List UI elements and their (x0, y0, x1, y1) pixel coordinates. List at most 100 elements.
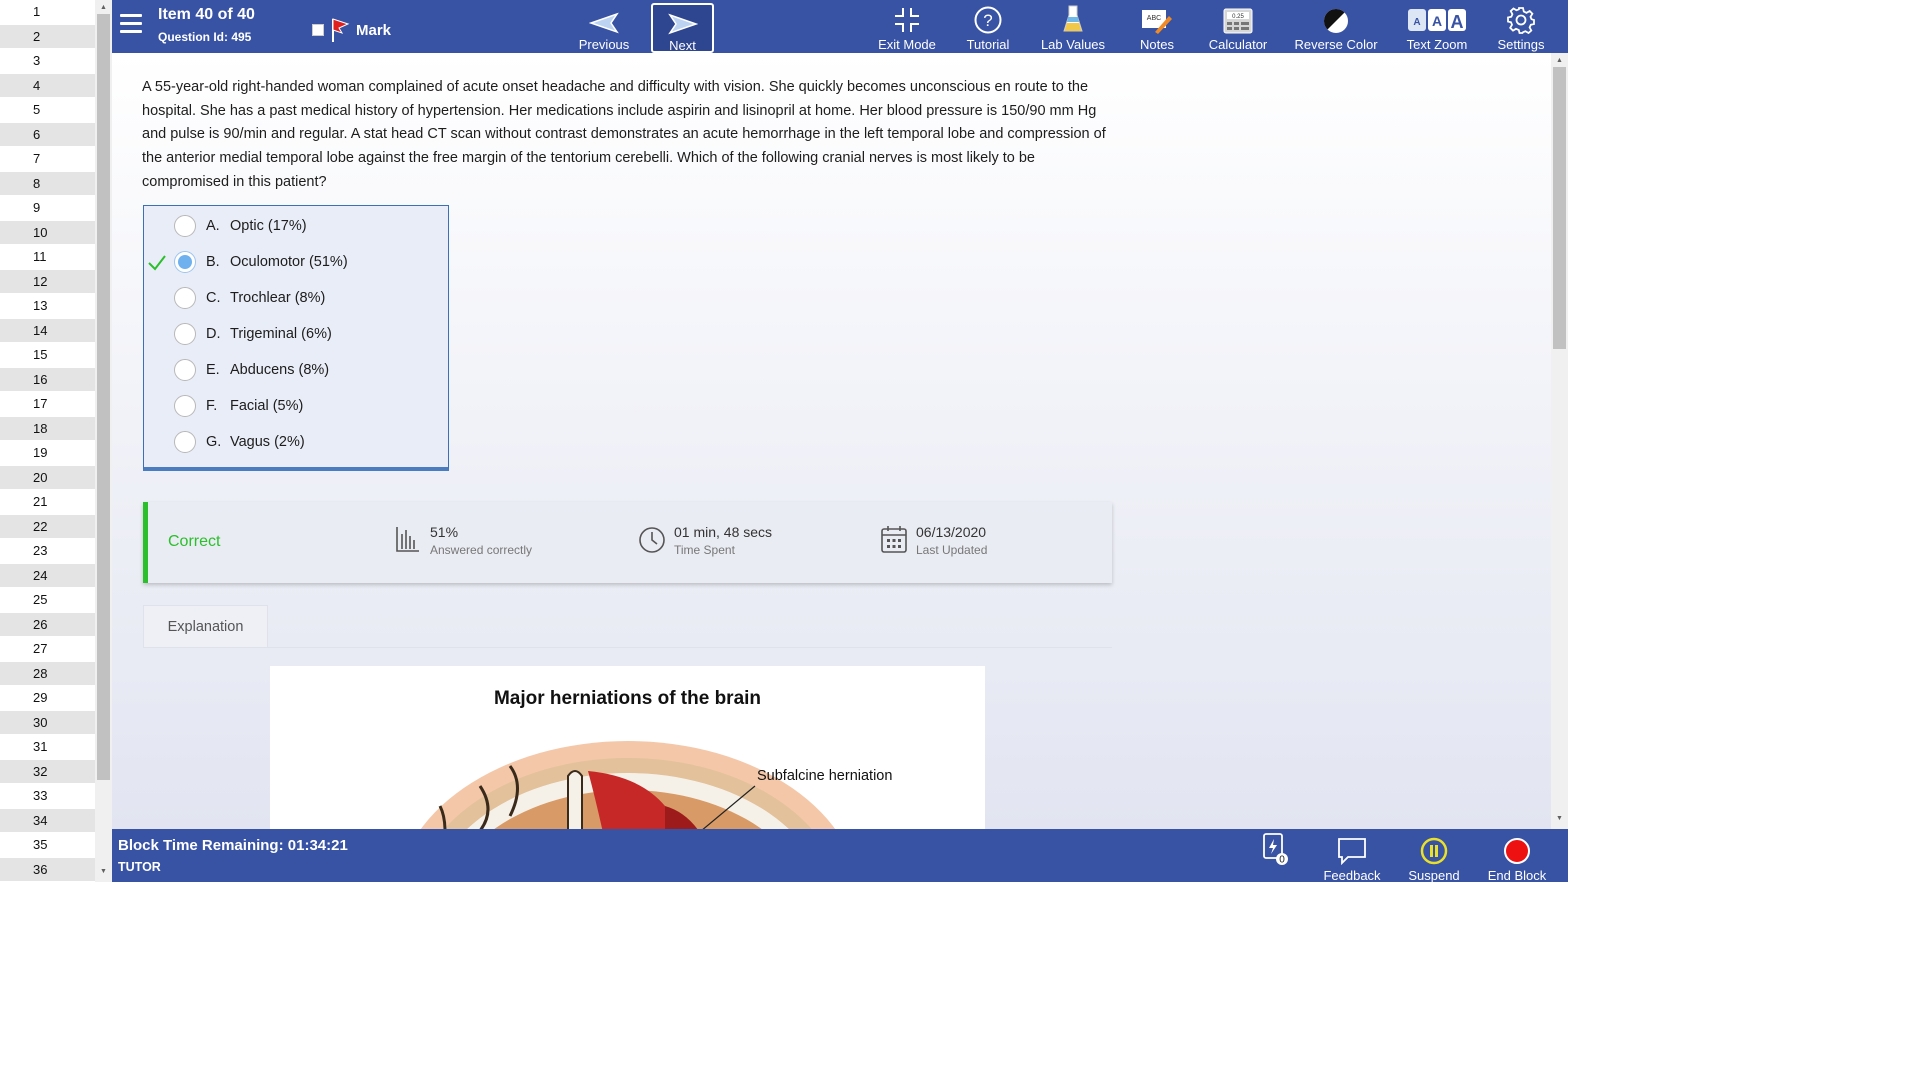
question-number-item[interactable]: 35 (0, 833, 95, 858)
question-number-item[interactable]: 10 (0, 220, 95, 245)
explanation-divider (143, 647, 1112, 648)
explanation-figure: Major herniations of the brain Subfalcin… (270, 666, 985, 829)
choice-radio[interactable] (174, 323, 196, 345)
question-number-item[interactable]: 6 (0, 122, 95, 147)
lab-values-label: Lab Values (1040, 37, 1106, 52)
percent-correct-stat: 51% Answered correctly (394, 524, 532, 557)
main-content: A 55-year-old right-handed woman complai… (112, 53, 1568, 829)
question-number-item[interactable]: 12 (0, 269, 95, 294)
main-scroll-up-icon[interactable]: ▲ (1553, 55, 1566, 67)
question-number-item[interactable]: 8 (0, 171, 95, 196)
answer-choice[interactable]: G. Vagus (2%) (144, 424, 444, 460)
hamburger-menu-icon[interactable] (120, 14, 142, 34)
brain-herniation-illustration (420, 741, 836, 829)
sidebar-scroll-thumb[interactable] (97, 14, 110, 780)
mark-toggle[interactable]: Mark (312, 17, 391, 43)
choice-radio[interactable] (174, 359, 196, 381)
question-number-item[interactable]: 4 (0, 73, 95, 98)
main-scroll-down-icon[interactable]: ▼ (1553, 813, 1566, 825)
question-number-item[interactable]: 25 (0, 588, 95, 613)
question-number-item[interactable]: 9 (0, 196, 95, 221)
settings-button[interactable]: Settings (1492, 0, 1550, 53)
choice-letter: G. (206, 434, 222, 450)
checkmark-icon (148, 255, 166, 271)
choice-radio[interactable] (174, 395, 196, 417)
choice-radio[interactable] (174, 431, 196, 453)
text-zoom-icon: AAA (1408, 9, 1466, 32)
tutorial-button[interactable]: ? Tutorial (958, 0, 1018, 53)
question-number-item[interactable]: 5 (0, 98, 95, 123)
choice-radio[interactable] (174, 215, 196, 237)
answer-choice[interactable]: A. Optic (17%) (144, 208, 444, 244)
question-number-item[interactable]: 21 (0, 490, 95, 515)
svg-text:0.25: 0.25 (1232, 14, 1244, 20)
block-time-remaining: Block Time Remaining: 01:34:21 (118, 837, 348, 854)
question-number-item[interactable]: 27 (0, 637, 95, 662)
question-number-item[interactable]: 17 (0, 392, 95, 417)
choice-radio[interactable] (174, 251, 196, 273)
question-number-item[interactable]: 16 (0, 367, 95, 392)
sidebar-scroll-down-icon[interactable]: ▼ (97, 866, 110, 878)
question-number-item[interactable]: 11 (0, 245, 95, 270)
question-number-item[interactable]: 31 (0, 735, 95, 760)
suspend-label: Suspend (1408, 868, 1460, 882)
answer-choice[interactable]: D. Trigeminal (6%) (144, 316, 444, 352)
question-number-item[interactable]: 24 (0, 563, 95, 588)
question-list-sidebar: 1 2 3 4 5 6 7 8 9 10 11 12 13 14 15 16 17 18 19 20 21 22 23 24 2… (0, 0, 112, 882)
main-scroll-thumb[interactable] (1553, 67, 1566, 349)
answer-choice[interactable]: E. Abducens (8%) (144, 352, 444, 388)
flashcard-button[interactable]: 0 (1254, 833, 1294, 865)
choice-letter: F. (206, 398, 218, 414)
question-number-item[interactable]: 29 (0, 686, 95, 711)
answer-choice[interactable]: C. Trochlear (8%) (144, 280, 444, 316)
explanation-tab[interactable]: Explanation (143, 605, 268, 648)
end-block-button[interactable]: End Block (1484, 833, 1550, 882)
svg-text:?: ? (983, 11, 992, 30)
question-number-item[interactable]: 18 (0, 416, 95, 441)
answer-choice[interactable]: F. Facial (5%) (144, 388, 444, 424)
question-number-item[interactable]: 7 (0, 147, 95, 172)
question-number-item[interactable]: 20 (0, 465, 95, 490)
answer-choice[interactable]: B. Oculomotor (51%) (144, 244, 444, 280)
feedback-label: Feedback (1323, 868, 1381, 882)
question-number-item[interactable]: 3 (0, 49, 95, 74)
question-number-item[interactable]: 28 (0, 661, 95, 686)
next-label: Next (669, 38, 696, 53)
question-number-item[interactable]: 14 (0, 318, 95, 343)
question-number-item[interactable]: 22 (0, 514, 95, 539)
question-number-item[interactable]: 36 (0, 857, 95, 882)
question-number-item[interactable]: 2 (0, 24, 95, 49)
question-id: Question Id: 495 (158, 30, 252, 44)
svg-text:ABC: ABC (1147, 15, 1161, 22)
result-panel: Correct 51% Answered correctly 01 min, 4… (143, 502, 1112, 583)
next-button[interactable]: Next (651, 3, 714, 53)
text-zoom-button[interactable]: AAA Text Zoom (1404, 0, 1470, 53)
question-number-item[interactable]: 32 (0, 759, 95, 784)
notes-button[interactable]: ABC Notes (1132, 0, 1182, 53)
mark-checkbox[interactable] (312, 24, 324, 36)
lab-values-button[interactable]: Lab Values (1038, 0, 1108, 53)
flag-icon (332, 18, 350, 42)
suspend-button[interactable]: Suspend (1404, 833, 1464, 882)
stop-icon (1504, 838, 1530, 864)
previous-button[interactable]: Previous (567, 0, 641, 53)
question-number-item[interactable]: 15 (0, 343, 95, 368)
date-label: Last Updated (916, 543, 988, 557)
question-number-item[interactable]: 33 (0, 784, 95, 809)
question-number-item[interactable]: 1 (0, 0, 95, 25)
exit-mode-button[interactable]: Exit Mode (872, 0, 942, 53)
reverse-color-button[interactable]: Reverse Color (1294, 0, 1378, 53)
sidebar-scroll-up-icon[interactable]: ▲ (97, 2, 110, 14)
question-number-item[interactable]: 34 (0, 808, 95, 833)
svg-text:A: A (1432, 13, 1442, 29)
question-number-item[interactable]: 23 (0, 539, 95, 564)
question-number-item[interactable]: 13 (0, 294, 95, 319)
calculator-button[interactable]: 0.25 Calculator (1206, 0, 1270, 53)
question-number-item[interactable]: 30 (0, 710, 95, 735)
choice-radio[interactable] (174, 287, 196, 309)
choice-text: Vagus (2%) (230, 434, 305, 450)
feedback-button[interactable]: Feedback (1322, 833, 1382, 882)
question-number-item[interactable]: 26 (0, 612, 95, 637)
question-number-item[interactable]: 19 (0, 441, 95, 466)
last-updated-stat: 06/13/2020 Last Updated (880, 524, 987, 557)
